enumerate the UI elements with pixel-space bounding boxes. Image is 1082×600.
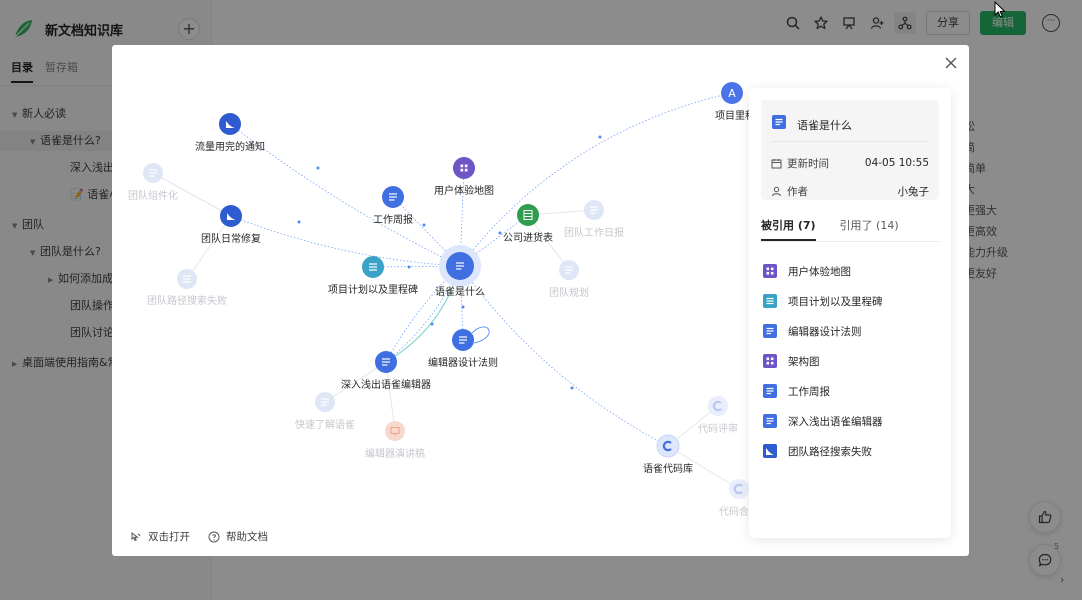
graph-node-label[interactable]: 团队工作日报 [564,226,624,239]
graph-edge [230,215,461,267]
tabs-divider [761,241,939,242]
doc-info-card: 语雀是什么 更新时间 04-05 10:55 作者 小兔子 [761,100,939,200]
graph-node-label[interactable]: 团队日常修复 [201,232,261,245]
author-row: 作者 小兔子 [771,183,929,199]
graph-node-ux[interactable] [453,157,475,179]
reference-item[interactable]: 编辑器设计法则 [763,316,939,346]
document-icon [763,384,777,398]
author-label: 作者 [787,185,808,198]
help-docs-label: 帮助文档 [226,531,268,543]
graph-node-label[interactable]: 代码评审 [698,422,738,435]
graph-node-merge[interactable] [729,479,749,499]
reference-item[interactable]: 架构图 [763,346,939,376]
reference-list: 用户体验地图项目计划以及里程碑 编辑器设计法则 架构图工作周报深入浅出语雀编辑器 团队… [763,256,939,466]
document-icon [763,414,777,428]
graph-edge-selfloop [471,326,490,344]
table-icon [763,294,777,308]
graph-node-label[interactable]: 编辑器设计法则 [428,356,498,369]
mindmap-icon [763,264,777,278]
whiteboard-icon [763,444,777,458]
reference-item-label: 用户体验地图 [788,265,851,278]
doc-title[interactable]: 语雀是什么 [797,117,852,133]
graph-node-label[interactable]: 工作周报 [373,213,413,226]
graph-footer: 双击打开 帮助文档 [130,529,268,544]
graph-node-label[interactable]: 团队路径搜索失败 [147,294,227,307]
graph-edge-arrow [316,166,320,170]
reference-tabs: 被引用 (7) 引用了 (14) [761,217,899,241]
graph-node-label[interactable]: 用户体验地图 [434,184,494,197]
graph-node-repo[interactable] [656,434,680,458]
calendar-icon [771,158,782,168]
updated-time-label: 更新时间 [787,157,829,170]
graph-edge-faded [186,215,232,280]
reference-item-label: 团队路径搜索失败 [788,445,872,458]
graph-node-label[interactable]: 语雀代码库 [643,462,693,475]
graph-node-flow[interactable] [219,113,241,135]
graph-node-label[interactable]: 团队组件化 [128,189,178,202]
node-glyph [464,168,468,172]
graph-node-label[interactable]: 流量用完的通知 [195,140,265,153]
graph-edge-arrow [430,322,434,326]
graph-edge-arrow [461,305,465,309]
tab-referenced-by[interactable]: 被引用 (7) [761,217,816,241]
reference-item-label: 架构图 [788,355,820,368]
node-glyph [464,164,468,168]
updated-time-value: 04-05 10:55 [864,157,929,169]
graph-node-fix[interactable] [220,205,242,227]
user-icon [772,186,781,196]
graph-edge-arrow [407,265,411,269]
tab-references[interactable]: 引用了 (14) [840,217,899,241]
author-value: 小兔子 [897,185,930,198]
relation-graph-dialog: 语雀是什么 流量用完的通知 团队日常修复 工作周报 用户体验地图 项目计划以及里程碑 公司进… [112,45,969,556]
node-glyph: A [728,87,736,100]
graph-edge-arrow [422,223,426,227]
graph-node-label[interactable]: 编辑器演讲稿 [365,447,425,460]
reference-item[interactable]: 团队路径搜索失败 [763,436,939,466]
updated-time-row: 更新时间 04-05 10:55 [771,155,929,171]
doc-info-panel: 语雀是什么 更新时间 04-05 10:55 作者 小兔子 被引用 (7) 引用… [749,88,951,538]
double-click-hint: 双击打开 [130,529,190,544]
graph-node-talk[interactable] [385,421,405,441]
graph-node-label[interactable]: 团队规划 [549,286,589,299]
reference-item[interactable]: 用户体验地图 [763,256,939,286]
graph-edge [459,92,733,267]
graph-node-sheet[interactable] [517,204,539,226]
node-glyph [460,164,464,168]
graph-node-label[interactable]: 公司进货表 [503,231,553,244]
graph-edge-arrow [297,220,301,224]
document-icon [772,115,786,129]
reference-item[interactable]: 工作周报 [763,376,939,406]
reference-item-label: 编辑器设计法则 [788,325,862,338]
node-glyph [460,168,464,172]
pointer-icon [131,531,141,541]
reference-item-label: 项目计划以及里程碑 [788,295,883,308]
help-icon [208,531,220,542]
graph-edge-arrow [570,386,574,390]
graph-edge-arrow [598,135,602,139]
graph-node-label[interactable]: 项目计划以及里程碑 [328,283,418,296]
graph-node-label[interactable]: 深入浅出语雀编辑器 [341,378,431,391]
mouse-cursor-icon [994,1,1006,18]
graph-node-label[interactable]: 语雀是什么 [435,286,485,298]
help-docs-link[interactable]: 帮助文档 [208,529,268,544]
double-click-label: 双击打开 [148,531,190,543]
mindmap-icon [763,354,777,368]
document-icon [763,324,777,338]
reference-item[interactable]: 深入浅出语雀编辑器 [763,406,939,436]
divider [771,141,929,142]
reference-item-label: 深入浅出语雀编辑器 [788,415,883,428]
graph-edge-arrow [498,231,502,235]
reference-item-label: 工作周报 [788,385,830,398]
reference-item[interactable]: 项目计划以及里程碑 [763,286,939,316]
graph-node-review[interactable] [708,396,728,416]
graph-node-label[interactable]: 快速了解语雀 [295,418,355,431]
